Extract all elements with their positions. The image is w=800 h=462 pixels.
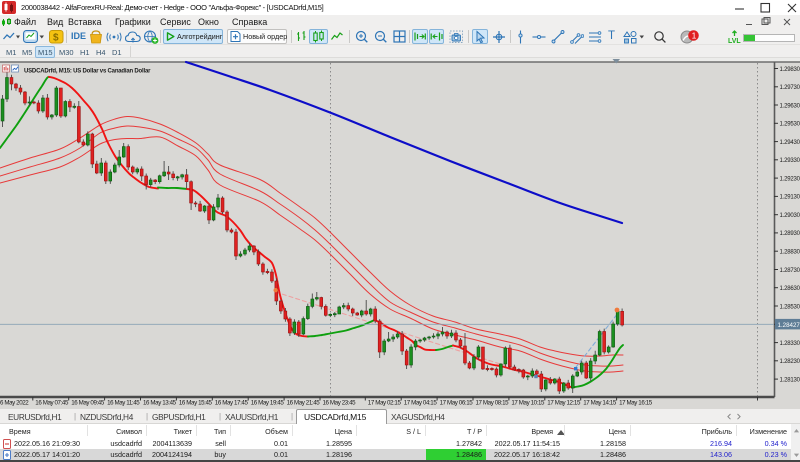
svg-text:1.29630: 1.29630 [780,103,800,109]
svg-text:1.28730: 1.28730 [780,268,800,274]
svg-text:1.29730: 1.29730 [780,85,800,91]
svg-text:1.29230: 1.29230 [780,176,800,182]
svg-text:1.28630: 1.28630 [780,286,800,292]
svg-text:1.28230: 1.28230 [780,359,800,365]
svg-text:1.29130: 1.29130 [780,195,800,201]
svg-text:16 May 21:45: 16 May 21:45 [287,400,321,407]
svg-text:1.28830: 1.28830 [780,250,800,256]
svg-text:1.28530: 1.28530 [780,304,800,310]
svg-text:1.28427: 1.28427 [778,322,800,329]
svg-text:17 May 10:15: 17 May 10:15 [511,400,545,407]
svg-text:1.28330: 1.28330 [780,341,800,347]
svg-text:16 May 19:45: 16 May 19:45 [251,400,285,407]
svg-text:16 May 07:45: 16 May 07:45 [35,400,69,407]
svg-text:1.29330: 1.29330 [780,158,800,164]
svg-text:17 May 16:15: 17 May 16:15 [619,400,653,407]
svg-text:16 May 17:45: 16 May 17:45 [215,400,249,407]
svg-text:1: 1 [692,30,697,40]
svg-text:1.29030: 1.29030 [780,213,800,219]
svg-text:1.29430: 1.29430 [780,140,800,146]
svg-text:16 May 23:45: 16 May 23:45 [323,400,357,407]
svg-text:16 May 15:45: 16 May 15:45 [179,400,213,407]
svg-text:1.28130: 1.28130 [780,377,800,383]
svg-text:17 May 02:15: 17 May 02:15 [368,400,402,407]
svg-text:LVL: LVL [728,38,741,44]
svg-text:17 May 08:15: 17 May 08:15 [476,400,510,407]
svg-text:6 May 2022: 6 May 2022 [0,400,29,407]
svg-text:17 May 12:15: 17 May 12:15 [547,400,581,407]
svg-text:17 May 04:15: 17 May 04:15 [404,400,438,407]
svg-text:16 May 09:45: 16 May 09:45 [71,400,105,407]
svg-text:1.29530: 1.29530 [780,122,800,128]
svg-text:17 May 14:15: 17 May 14:15 [583,400,617,407]
svg-text:$: $ [53,32,59,43]
svg-text:1.29830: 1.29830 [780,67,800,73]
svg-text:16 May 11:45: 16 May 11:45 [107,400,140,407]
svg-text:16 May 13:45: 16 May 13:45 [143,400,177,407]
svg-text:1.28930: 1.28930 [780,231,800,237]
svg-text:17 May 06:15: 17 May 06:15 [440,400,474,407]
svg-text:USDCADrfd, M15: US Dollar vs: USDCADrfd, M15: US Dollar vs Canadian Do… [24,69,151,75]
